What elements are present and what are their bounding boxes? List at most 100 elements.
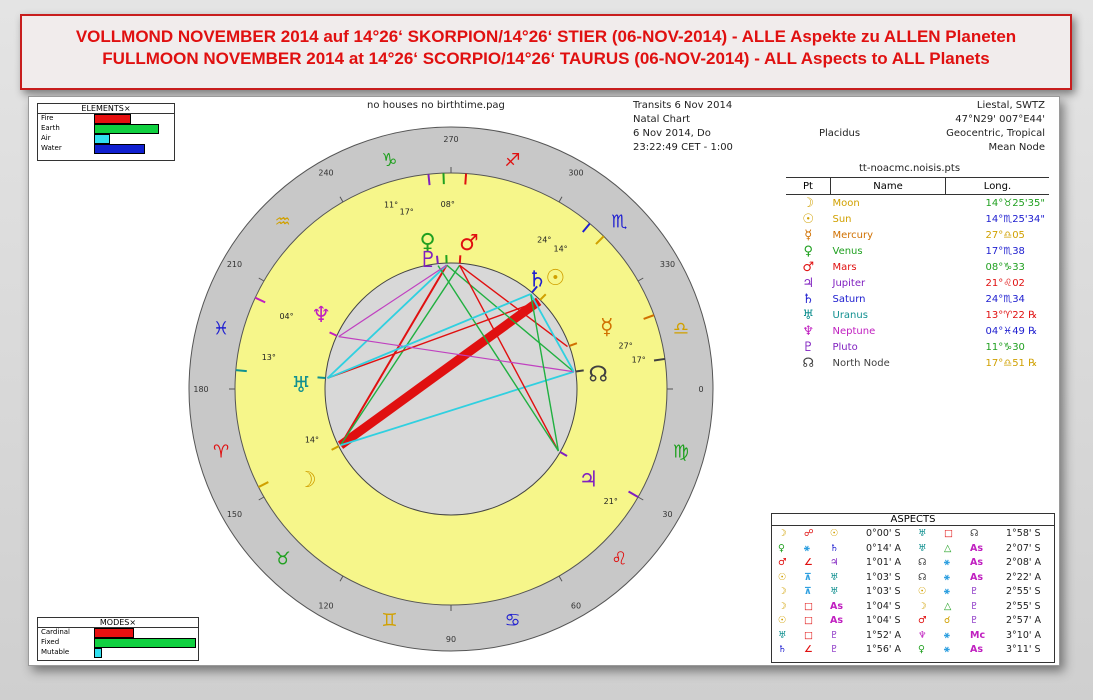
aspect-cell: ⚹	[804, 542, 810, 554]
banner-line-german: VOLLMOND NOVEMBER 2014 auf 14°26‘ SKORPI…	[75, 27, 1017, 46]
elements-bar-earth	[94, 124, 159, 134]
planet-row-name: Moon	[832, 197, 860, 209]
elements-row-water: Water	[38, 144, 174, 154]
aspect-cell: 1°52' A	[866, 629, 902, 641]
aspect-cell: As	[830, 615, 844, 626]
modes-bar-mutable	[94, 648, 102, 658]
north-node-glyph: ☊	[588, 363, 608, 388]
planet-row-name: Uranus	[832, 309, 868, 321]
elements-label: Water	[41, 144, 62, 152]
aspect-cell: ⚹	[944, 644, 950, 655]
planet-row-longitude: 13°♈22 ℞	[985, 309, 1038, 321]
aspect-cell: ♇	[970, 600, 979, 612]
aspect-cell: ♄	[830, 542, 839, 554]
planet-row-longitude: 17°♎51 ℞	[985, 357, 1038, 369]
degree-label: 0	[698, 385, 703, 394]
aspect-cell: ♂	[918, 615, 927, 626]
banner-line-english: FULLMOON NOVEMBER 2014 at 14°26‘ SCORPIO…	[102, 49, 990, 68]
aspects-box: ASPECTS ☽ ☍ ☉ 0°00' S ♀ ⚹ ♄ 0°14' A ♂ ∠ ♃ 1°01' A ☉ ⊼…	[771, 513, 1055, 663]
elements-bar-water	[94, 144, 145, 154]
uranus-degree: 13°	[262, 353, 276, 362]
mercury-degree: 27°	[619, 341, 633, 350]
planet-row: ♀ Venus 17°♏38	[786, 243, 1049, 259]
elements-title: ELEMENTS×	[38, 104, 174, 114]
aspect-cell: △	[944, 600, 952, 612]
aspect-cell: ♅	[830, 571, 839, 583]
aspect-cell: 1°58' S	[1006, 528, 1041, 539]
uranus-glyph: ♅	[291, 373, 311, 398]
planet-row: ♂ Mars 08°♑33	[786, 259, 1049, 275]
modes-bar-cardinal	[94, 628, 134, 638]
degree-label: 300	[568, 168, 583, 177]
pluto-glyph: ♇	[418, 248, 438, 273]
aspect-cell: 1°04' S	[866, 600, 901, 612]
planet-row-longitude: 27°♎05	[985, 229, 1025, 241]
planet-row-name: Mercury	[832, 229, 874, 241]
aspect-cell: ⚹	[944, 586, 950, 597]
col-pt: Pt	[803, 180, 813, 192]
sign-glyph: ♌	[611, 548, 627, 569]
aspect-cell: 1°03' S	[866, 586, 901, 597]
planet-row-longitude: 14°♏25'34"	[985, 213, 1046, 225]
aspect-cell: ⚹	[944, 571, 950, 583]
title-banner: VOLLMOND NOVEMBER 2014 auf 14°26‘ SKORPI…	[20, 14, 1072, 90]
planet-row-glyph: ♇	[802, 339, 815, 355]
planet-row-glyph: ☽	[802, 195, 815, 211]
planet-row-glyph: ☿	[804, 227, 813, 243]
aspect-cell: ∠	[804, 557, 813, 568]
planet-table: Pt Name Long. ☽ Moon 14°♉25'35" ☉ Sun 14°♏25'…	[786, 177, 1049, 371]
aspect-cell: 2°22' A	[1006, 571, 1042, 583]
aspect-cell: ⚹	[944, 557, 950, 568]
aspect-cell: ☉	[778, 571, 787, 583]
saturn-glyph: ♄	[527, 268, 547, 293]
degree-label: 30	[662, 510, 672, 519]
elements-row-earth: Earth	[38, 124, 174, 134]
elements-bar-fire	[94, 114, 131, 124]
planet-row-glyph: ♄	[802, 291, 815, 307]
aspect-cell: ☽	[778, 600, 787, 612]
aspect-cell: ☌	[944, 615, 951, 626]
planet-row-glyph: ☉	[802, 211, 815, 227]
elements-row-fire: Fire	[38, 114, 174, 124]
inner-circle	[324, 262, 578, 516]
planet-row-longitude: 14°♉25'35"	[985, 197, 1046, 209]
modes-label: Fixed	[41, 638, 60, 646]
aspect-cell: 2°07' S	[1006, 542, 1041, 554]
aspect-cell: □	[804, 615, 813, 626]
sign-glyph: ♐	[505, 150, 521, 171]
aspect-cell: ☊	[918, 571, 927, 583]
planet-row-glyph: ♅	[802, 307, 815, 323]
aspect-cell: △	[944, 542, 952, 554]
aspect-cell: ♅	[830, 586, 839, 597]
planet-row: ☊ North Node 17°♎51 ℞	[786, 355, 1049, 371]
mercury-glyph: ☿	[600, 315, 614, 340]
aspect-cell: ♇	[830, 644, 839, 655]
neptune-glyph: ♆	[311, 303, 331, 328]
sign-glyph: ♎	[673, 318, 689, 339]
degree-label: 180	[193, 385, 208, 394]
aspect-cell: ☉	[918, 586, 927, 597]
neptune-degree: 04°	[279, 312, 293, 321]
aspect-cell: 0°00' S	[866, 528, 901, 539]
aspect-cell: ♃	[830, 557, 839, 568]
planet-row-name: Mars	[832, 261, 857, 273]
aspect-cell: 2°57' A	[1006, 615, 1042, 626]
sun-glyph: ☉	[545, 266, 565, 291]
aspect-cell: □	[944, 528, 953, 539]
planet-row-name: Sun	[832, 213, 852, 225]
aspect-cell: ∠	[804, 644, 813, 655]
planet-row-longitude: 11°♑30	[985, 341, 1025, 353]
planet-row: ♇ Pluto 11°♑30	[786, 339, 1049, 355]
planet-tick	[235, 369, 247, 373]
sign-glyph: ♊	[381, 610, 397, 631]
aspect-cell: ♇	[970, 615, 979, 626]
degree-label: 120	[318, 602, 333, 611]
north-node-degree: 17°	[632, 355, 646, 364]
planet-row: ♄ Saturn 24°♏34	[786, 291, 1049, 307]
aspect-cell: As	[970, 644, 984, 655]
degree-label: 240	[318, 168, 333, 177]
degree-label: 90	[446, 635, 456, 644]
aspect-cell: As	[970, 542, 984, 554]
aspect-cell: ♂	[778, 557, 787, 568]
aspect-cell: 0°14' A	[866, 542, 902, 554]
